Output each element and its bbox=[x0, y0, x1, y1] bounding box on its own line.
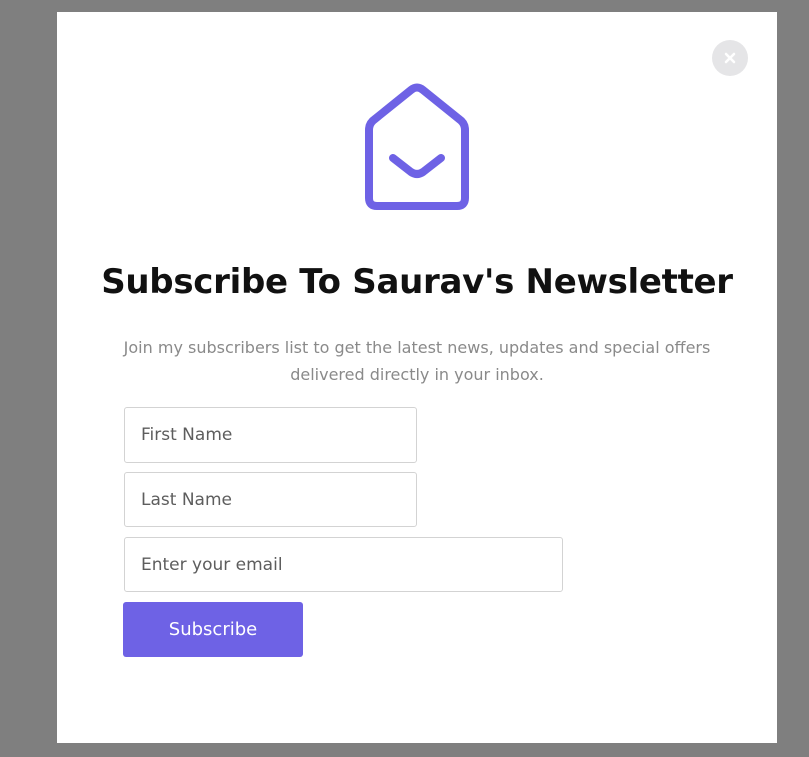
modal-title: Subscribe To Saurav's Newsletter bbox=[101, 262, 733, 302]
modal-subtitle: Join my subscribers list to get the late… bbox=[123, 338, 711, 384]
first-name-input[interactable] bbox=[124, 407, 417, 463]
envelope-open-icon bbox=[365, 83, 469, 210]
close-button[interactable] bbox=[712, 40, 748, 76]
subscribe-button[interactable]: Subscribe bbox=[123, 602, 303, 657]
email-input[interactable] bbox=[124, 537, 563, 592]
newsletter-modal: Subscribe To Saurav's Newsletter Join my… bbox=[57, 12, 777, 743]
close-icon bbox=[724, 52, 736, 64]
last-name-input[interactable] bbox=[124, 472, 417, 527]
